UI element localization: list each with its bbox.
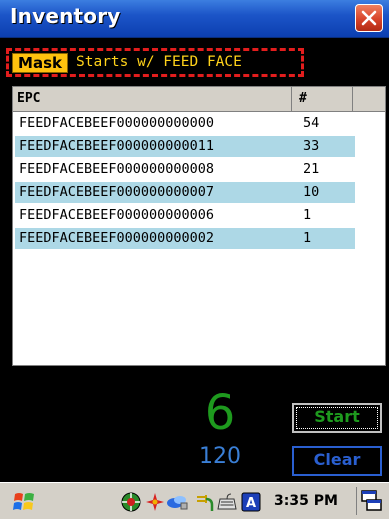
list-header: EPC # xyxy=(13,87,385,112)
count-cell: 33 xyxy=(303,138,320,154)
start-button[interactable]: Start xyxy=(292,403,382,433)
list-rows: FEEDFACEBEEF000000000000 54 FEEDFACEBEEF… xyxy=(13,112,385,250)
table-row[interactable]: FEEDFACEBEEF000000000008 21 xyxy=(13,158,385,181)
count-cell: 1 xyxy=(303,230,312,246)
input-panel-icon[interactable]: A xyxy=(240,491,262,513)
column-header-epc[interactable]: EPC xyxy=(13,87,292,111)
keyboard-icon[interactable] xyxy=(216,491,238,513)
title-bar: Inventory xyxy=(0,0,389,38)
table-row[interactable]: FEEDFACEBEEF000000000000 54 xyxy=(13,112,385,135)
count-cell: 1 xyxy=(303,207,312,223)
column-header-count[interactable]: # xyxy=(293,87,353,111)
unique-tag-count: 6 xyxy=(204,385,236,441)
close-icon xyxy=(361,10,377,26)
epc-cell: FEEDFACEBEEF000000000006 xyxy=(19,207,215,223)
table-row[interactable]: FEEDFACEBEEF000000000011 33 xyxy=(13,135,385,158)
close-button[interactable] xyxy=(355,4,383,32)
clear-button-label: Clear xyxy=(313,450,361,469)
desktop-icon[interactable] xyxy=(356,487,385,515)
epc-cell: FEEDFACEBEEF000000000007 xyxy=(19,184,215,200)
epc-list[interactable]: EPC # FEEDFACEBEEF000000000000 54 FEEDFA… xyxy=(12,86,386,366)
bluetooth-icon[interactable] xyxy=(144,491,166,513)
inventory-app: Inventory Mask Starts w/ FEED FACE EPC #… xyxy=(0,0,389,519)
power-icon[interactable] xyxy=(194,491,216,513)
total-read-count: 120 xyxy=(199,444,241,469)
count-cell: 54 xyxy=(303,115,320,131)
connectivity-icon[interactable] xyxy=(166,491,188,513)
clock[interactable]: 3:35 PM xyxy=(274,483,338,519)
epc-cell: FEEDFACEBEEF000000000002 xyxy=(19,230,215,246)
clear-button[interactable]: Clear xyxy=(292,446,382,476)
svg-text:A: A xyxy=(246,496,256,511)
epc-cell: FEEDFACEBEEF000000000008 xyxy=(19,161,215,177)
start-flag-icon[interactable] xyxy=(12,489,38,515)
mask-description: Starts w/ FEED FACE xyxy=(76,54,242,70)
taskbar: A 3:35 PM xyxy=(0,482,389,519)
table-row[interactable]: FEEDFACEBEEF000000000007 10 xyxy=(13,181,385,204)
mask-row: Mask Starts w/ FEED FACE xyxy=(0,38,389,84)
table-row[interactable]: FEEDFACEBEEF000000000006 1 xyxy=(13,204,385,227)
count-cell: 10 xyxy=(303,184,320,200)
mask-button[interactable]: Mask xyxy=(12,53,68,73)
focus-indicator xyxy=(296,407,378,429)
table-row[interactable]: FEEDFACEBEEF000000000002 1 xyxy=(13,227,385,250)
window-title: Inventory xyxy=(10,4,121,28)
epc-cell: FEEDFACEBEEF000000000000 xyxy=(19,115,215,131)
network-icon[interactable] xyxy=(120,491,142,513)
epc-cell: FEEDFACEBEEF000000000011 xyxy=(19,138,215,154)
count-cell: 21 xyxy=(303,161,320,177)
